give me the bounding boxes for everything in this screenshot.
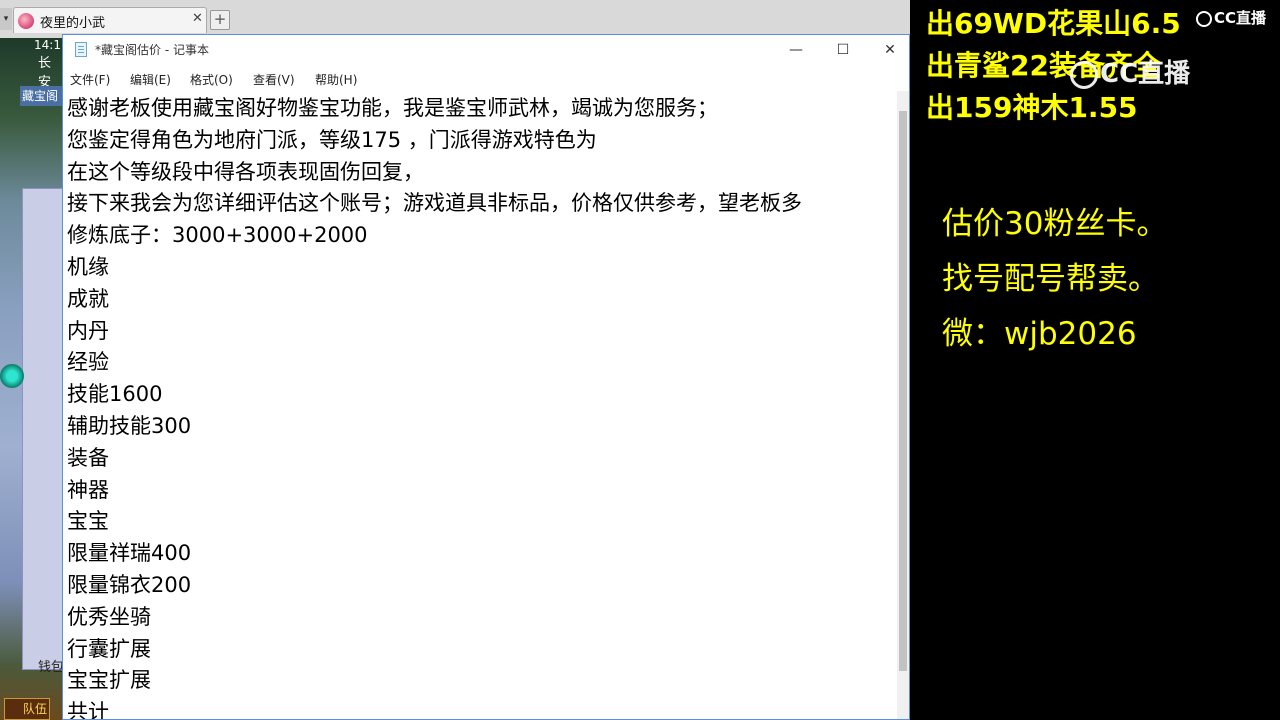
game-tab[interactable]: 夜里的小武 ✕ bbox=[13, 7, 207, 33]
text-line: 共计 bbox=[67, 700, 109, 720]
cangbao-panel bbox=[22, 188, 66, 670]
close-icon[interactable]: ✕ bbox=[192, 11, 203, 26]
text-line: 装备 bbox=[67, 445, 109, 470]
text-lines: 感谢老板使用藏宝阁好物鉴宝功能，我是鉴宝师武林，竭诚为您服务； 您鉴定得角色为地… bbox=[67, 93, 802, 720]
vertical-scrollbar[interactable] bbox=[897, 91, 909, 719]
minimize-button[interactable]: — bbox=[773, 35, 819, 65]
text-line: 成就 bbox=[67, 286, 109, 311]
menu-bar: 文件(F) 编辑(E) 格式(O) 查看(V) 帮助(H) bbox=[63, 65, 909, 91]
menu-format[interactable]: 格式(O) bbox=[190, 71, 233, 88]
text-line: 在这个等级段中得各项表现固伤回复， bbox=[67, 159, 424, 184]
menu-edit[interactable]: 编辑(E) bbox=[130, 71, 171, 88]
text-line: 行囊扩展 bbox=[67, 636, 151, 661]
sale-line: 出69WD花果山6.5 bbox=[926, 7, 1181, 40]
close-button[interactable]: ✕ bbox=[867, 35, 909, 65]
text-line: 优秀坐骑 bbox=[67, 604, 151, 629]
text-line: 感谢老板使用藏宝阁好物鉴宝功能，我是鉴宝师武林，竭诚为您服务； bbox=[67, 96, 718, 120]
text-line: 修炼底子：3000+3000+2000 bbox=[67, 223, 368, 248]
notepad-window: *藏宝阁估价 - 记事本 — ☐ ✕ 文件(F) 编辑(E) 格式(O) 查看(… bbox=[62, 34, 910, 720]
text-line: 内丹 bbox=[67, 318, 109, 343]
game-location: 长安 bbox=[38, 56, 52, 90]
menu-help[interactable]: 帮助(H) bbox=[315, 71, 357, 88]
team-button[interactable]: 队伍 bbox=[4, 698, 50, 720]
text-line: 技能1600 bbox=[67, 382, 163, 407]
game-tab-title: 夜里的小武 bbox=[40, 16, 106, 31]
text-line: 经验 bbox=[67, 350, 109, 375]
stream-overlay: 出69WD花果山6.5 出青鲨22装备齐全 出159神木1.55 CC直播 CC… bbox=[910, 0, 1280, 720]
cc-logo-icon bbox=[1070, 60, 1098, 89]
window-title: *藏宝阁估价 - 记事本 bbox=[95, 43, 209, 57]
character-icon bbox=[0, 364, 24, 388]
game-scene: 14:1 长安 藏宝阁 钱包 队伍 bbox=[0, 38, 66, 720]
money-label: 钱包 bbox=[38, 660, 65, 675]
wechat-contact: 微：wjb2026 bbox=[942, 316, 1137, 352]
text-editor[interactable]: 感谢老板使用藏宝阁好物鉴宝功能，我是鉴宝师武林，竭诚为您服务； 您鉴定得角色为地… bbox=[63, 91, 897, 720]
menu-file[interactable]: 文件(F) bbox=[70, 71, 110, 88]
cangbao-window-title: 藏宝阁 bbox=[20, 86, 66, 106]
text-line: 神器 bbox=[67, 477, 109, 502]
maximize-button[interactable]: ☐ bbox=[820, 35, 866, 65]
text-line: 您鉴定得角色为地府门派，等级175 ，门派得游戏特色为 bbox=[67, 127, 597, 152]
price-note: 估价30粉丝卡。 bbox=[942, 206, 1168, 242]
text-line: 机缘 bbox=[67, 254, 109, 279]
notepad-icon bbox=[75, 42, 87, 57]
scrollbar-thumb[interactable] bbox=[899, 111, 907, 671]
text-line: 限量锦衣200 bbox=[67, 572, 192, 597]
text-line: 限量祥瑞400 bbox=[67, 541, 192, 566]
chevron-down-icon[interactable]: ▾ bbox=[0, 8, 12, 30]
new-tab-button[interactable]: + bbox=[210, 10, 230, 30]
game-time: 14:1 bbox=[34, 38, 61, 52]
text-line: 辅助技能300 bbox=[67, 413, 192, 438]
cc-live-logo: CC直播 bbox=[1196, 7, 1266, 28]
text-line: 宝宝扩展 bbox=[67, 668, 151, 693]
sale-line: 出159神木1.55 bbox=[926, 91, 1138, 124]
game-avatar-icon bbox=[18, 13, 34, 29]
cc-logo-icon bbox=[1196, 10, 1212, 27]
service-note: 找号配号帮卖。 bbox=[942, 261, 1159, 297]
text-line: 宝宝 bbox=[67, 509, 109, 534]
cc-live-watermark: CC直播 bbox=[1070, 53, 1190, 90]
title-bar[interactable]: *藏宝阁估价 - 记事本 — ☐ ✕ bbox=[63, 35, 909, 65]
text-line: 接下来我会为您详细评估这个账号；游戏道具非标品，价格仅供参考，望老板多 bbox=[67, 191, 802, 216]
menu-view[interactable]: 查看(V) bbox=[253, 71, 295, 88]
